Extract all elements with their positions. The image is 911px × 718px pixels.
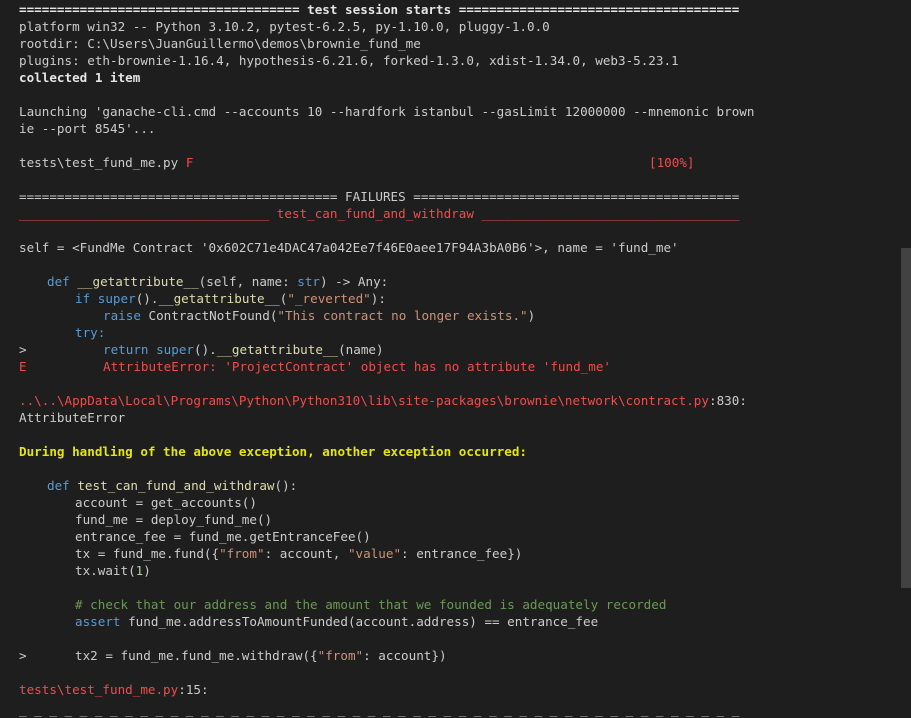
code-keyword: raise [103, 308, 141, 323]
code-keyword: def [47, 274, 70, 289]
code-text: ContractNotFound( [140, 308, 278, 323]
code-keyword: if [75, 291, 91, 306]
final-lineno: :15: [178, 682, 209, 697]
code-keyword: assert [75, 614, 121, 629]
code-keyword: def [47, 478, 70, 493]
code-if-line: if super().__getattribute__("_reverted")… [75, 290, 386, 307]
code-function-name: test_can_fund_and_withdraw [77, 478, 275, 493]
code-text: : account, [264, 546, 348, 561]
code-text: (): [274, 478, 298, 493]
code-tx-line: tx = fund_me.fund({"from": account, "val… [75, 545, 522, 562]
code-text: fund_me.addressToAmountFunded(account.ad… [120, 614, 599, 629]
code-account-line: account = get_accounts() [75, 495, 257, 510]
code-string: "value" [347, 546, 402, 561]
code-def-test: def test_can_fund_and_withdraw(): [47, 477, 297, 494]
code-function-name: __getattribute__ [216, 342, 339, 357]
test-file-line: tests\test_fund_me.py F [19, 154, 193, 171]
code-assert-line: assert fund_me.addressToAmountFunded(acc… [75, 613, 598, 630]
failures-header: ========================================… [19, 189, 740, 204]
traceback-location: ..\..\AppData\Local\Programs\Python\Pyth… [19, 392, 747, 409]
code-entrance-fee-line: entrance_fee = fund_me.getEntranceFee() [75, 529, 371, 544]
code-text: tx = fund_me.fund({ [75, 546, 220, 561]
code-text: (self, name: [198, 274, 298, 289]
code-tx2-line: tx2 = fund_me.fund_me.withdraw({"from": … [75, 647, 447, 664]
traceback-lineno: :830: [708, 393, 747, 408]
test-file-path[interactable]: tests\test_fund_me.py [19, 155, 186, 170]
code-raise-line: raise ContractNotFound("This contract no… [103, 307, 535, 324]
code-text: ) [143, 563, 151, 578]
bottom-separator: _ _ _ _ _ _ _ _ _ _ _ _ _ _ _ _ _ _ _ _ … [19, 702, 740, 717]
code-builtin: super [97, 291, 136, 306]
code-wait-line: tx.wait(1) [75, 562, 151, 579]
attribute-error-line: AttributeError [19, 410, 126, 425]
during-handling-line: During handling of the above exception, … [19, 444, 527, 459]
code-string: "_reverted" [287, 291, 371, 306]
code-text: tx2 = fund_me.fund_me.withdraw({ [75, 648, 318, 663]
collected-line: collected 1 item [19, 70, 141, 85]
code-return-line: return super().__getattribute__(name) [103, 341, 384, 358]
code-marker-gt: > [19, 342, 27, 357]
traceback-path[interactable]: ..\..\AppData\Local\Programs\Python\Pyth… [19, 393, 709, 408]
progress-percent: [100%] [649, 155, 695, 170]
code-type: str [297, 274, 320, 289]
code-function-name: __getattribute__ [77, 274, 199, 289]
final-path[interactable]: tests\test_fund_me.py [19, 682, 178, 697]
scrollbar-thumb[interactable] [901, 248, 911, 588]
test-result-fail: F [185, 155, 194, 170]
final-location: tests\test_fund_me.py:15: [19, 681, 209, 698]
self-line: self = <FundMe Contract '0x602C71e4DAC47… [19, 240, 679, 255]
code-function-name: __getattribute__ [158, 291, 280, 306]
platform-line: platform win32 -- Python 3.10.2, pytest-… [19, 19, 550, 34]
launching-line-2: ie --port 8545'... [19, 121, 156, 136]
plugins-line: plugins: eth-brownie-1.16.4, hypothesis-… [19, 53, 679, 68]
code-fund-me-line: fund_me = deploy_fund_me() [75, 512, 273, 527]
code-text: (). [135, 291, 159, 306]
code-string: "from" [317, 648, 364, 663]
code-string: "This contract no longer exists." [277, 308, 528, 323]
session-header: ===================================== te… [19, 2, 740, 17]
code-marker-e: E [19, 359, 27, 374]
code-comment-line: # check that our address and the amount … [75, 597, 667, 612]
code-text: ): [370, 291, 386, 306]
code-keyword: return [103, 342, 149, 357]
code-marker-gt-2: > [19, 648, 27, 663]
code-text: : entrance_fee}) [401, 546, 523, 561]
code-string: "from" [219, 546, 265, 561]
code-text: (). [194, 342, 217, 357]
code-text: tx.wait( [75, 563, 136, 578]
code-text: ) [527, 308, 536, 323]
code-builtin: super [156, 342, 195, 357]
terminal-output[interactable]: ===================================== te… [0, 0, 900, 718]
code-text: (name) [338, 342, 384, 357]
code-text: : account}) [363, 648, 447, 663]
launching-line-1: Launching 'ganache-cli.cmd --accounts 10… [19, 104, 755, 119]
code-def-getattribute: def __getattribute__(self, name: str) ->… [47, 273, 388, 290]
code-text: ) -> Any: [320, 274, 389, 289]
rootdir-line: rootdir: C:\Users\JuanGuillermo\demos\br… [19, 36, 421, 51]
error-message: AttributeError: 'ProjectContract' object… [103, 359, 611, 374]
test-name-header: _________________________________ test_c… [19, 206, 740, 221]
code-try-line: try: [75, 325, 106, 340]
